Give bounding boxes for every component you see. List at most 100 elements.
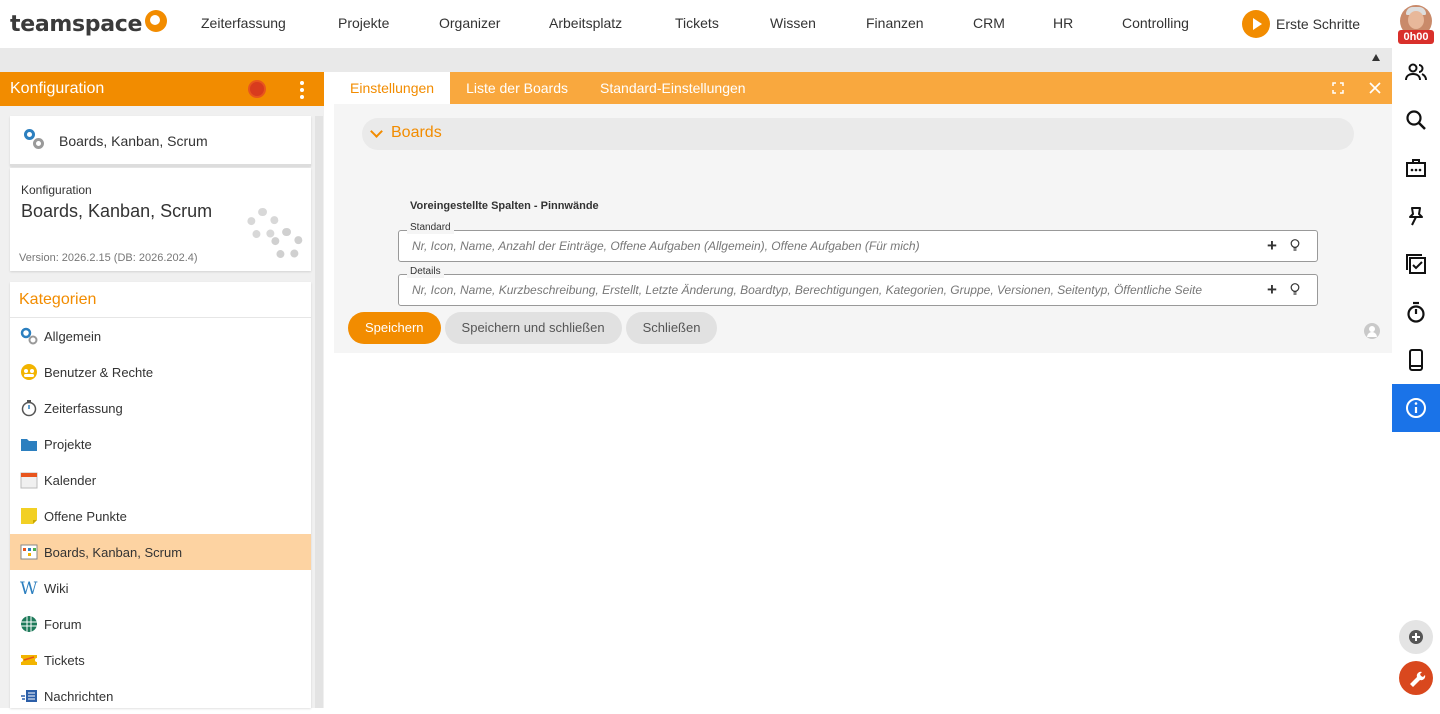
tab-liste-der-boards[interactable]: Liste der Boards [450, 72, 584, 104]
close-button[interactable]: Schließen [625, 312, 718, 344]
tools-button[interactable] [1399, 661, 1433, 695]
messages-icon [20, 687, 38, 705]
categories-title: Kategorien [10, 282, 311, 318]
wiki-icon: W [20, 579, 38, 599]
configuration-title: Konfiguration [10, 80, 105, 97]
avatar-face [1408, 11, 1424, 29]
lightbulb-icon[interactable] [1290, 283, 1300, 296]
nav-arbeitsplatz[interactable]: Arbeitsplatz [549, 0, 622, 48]
contacts-button[interactable] [1392, 48, 1440, 96]
configuration-panel: Konfiguration Boards, Kanban, Scrum Konf… [0, 72, 324, 708]
close-icon[interactable] [1361, 72, 1389, 104]
users-icon [20, 363, 38, 381]
ticket-icon [20, 651, 38, 669]
sticky-note-icon [20, 507, 38, 525]
section-boards[interactable]: Boards [362, 118, 1354, 150]
category-zeiterfassung[interactable]: Zeiterfassung [10, 390, 311, 426]
add-icon[interactable]: + [1267, 236, 1277, 256]
category-label: Forum [44, 616, 82, 632]
category-benutzer-rechte[interactable]: Benutzer & Rechte [10, 354, 311, 390]
nav-crm[interactable]: CRM [973, 0, 1005, 48]
gears-icon [24, 129, 46, 151]
category-projekte[interactable]: Projekte [10, 426, 311, 462]
info-icon [1406, 398, 1426, 418]
mobile-button[interactable] [1392, 336, 1440, 384]
add-widget-button[interactable] [1399, 620, 1433, 654]
panel-scrollbar[interactable] [315, 116, 323, 708]
briefcase-icon [1406, 159, 1426, 177]
svg-text:W: W [20, 579, 38, 597]
tab-bar: Einstellungen Liste der Boards Standard-… [334, 72, 1392, 104]
config-info-card: Konfiguration Boards, Kanban, Scrum Vers… [10, 168, 311, 271]
stopwatch-icon [20, 399, 38, 417]
category-boards-kanban-scrum[interactable]: Boards, Kanban, Scrum [10, 534, 311, 570]
erste-schritte-button[interactable]: Erste Schritte [1242, 10, 1360, 38]
category-kalender[interactable]: Kalender [10, 462, 311, 498]
tasks-button[interactable] [1392, 240, 1440, 288]
pin-button[interactable] [1392, 192, 1440, 240]
category-offene-punkte[interactable]: Offene Punkte [10, 498, 311, 534]
workspace-button[interactable] [1392, 144, 1440, 192]
nav-tickets[interactable]: Tickets [675, 0, 719, 48]
search-button[interactable] [1392, 96, 1440, 144]
nav-hr[interactable]: HR [1053, 0, 1073, 48]
nav-projekte[interactable]: Projekte [338, 0, 389, 48]
nav-finanzen[interactable]: Finanzen [866, 0, 924, 48]
timer-button[interactable] [1392, 288, 1440, 336]
maximize-icon[interactable] [1324, 72, 1352, 104]
gears-watermark-icon [247, 208, 307, 264]
user-icon[interactable] [1364, 323, 1380, 339]
brand-name: teamspace [10, 12, 143, 37]
category-label: Nachrichten [44, 688, 114, 704]
collapse-strip [0, 48, 1392, 72]
settings-gear-icon[interactable] [250, 82, 264, 96]
lightbulb-icon[interactable] [1290, 239, 1300, 252]
erste-schritte-label: Erste Schritte [1276, 16, 1361, 32]
category-label: Zeiterfassung [44, 400, 123, 416]
forum-icon [20, 615, 38, 633]
field-value: Nr, Icon, Name, Kurzbeschreibung, Erstel… [412, 283, 1203, 297]
category-label: Benutzer & Rechte [44, 364, 154, 380]
save-and-close-button[interactable]: Speichern und schließen [444, 312, 622, 344]
section-title: Boards [391, 124, 442, 141]
category-tickets[interactable]: Tickets [10, 642, 311, 678]
action-buttons: Speichern Speichern und schließen Schlie… [348, 312, 721, 344]
tab-standard-einstellungen[interactable]: Standard-Einstellungen [584, 72, 762, 104]
play-icon [1242, 10, 1270, 38]
plus-circle-icon [1409, 630, 1423, 644]
timer-badge[interactable]: 0h00 [1398, 30, 1434, 44]
collapse-up-icon[interactable] [1372, 54, 1380, 61]
info-button[interactable] [1392, 384, 1440, 432]
configuration-header: Konfiguration [0, 72, 324, 106]
details-columns-field[interactable]: Details Nr, Icon, Name, Kurzbeschreibung… [398, 266, 1318, 306]
add-icon[interactable]: + [1267, 280, 1277, 300]
chevron-down-icon [370, 125, 383, 138]
people-icon [1405, 63, 1427, 81]
tab-einstellungen[interactable]: Einstellungen [334, 72, 451, 104]
category-allgemein[interactable]: Allgemein [10, 318, 311, 354]
nav-controlling[interactable]: Controlling [1122, 0, 1189, 48]
category-label: Offene Punkte [44, 508, 127, 524]
selected-config-card[interactable]: Boards, Kanban, Scrum [10, 116, 311, 166]
nav-wissen[interactable]: Wissen [770, 0, 816, 48]
standard-columns-field[interactable]: Standard Nr, Icon, Name, Anzahl der Eint… [398, 222, 1318, 262]
nav-zeiterfassung[interactable]: Zeiterfassung [201, 0, 286, 48]
pin-icon [1409, 207, 1423, 226]
calendar-icon [20, 471, 38, 489]
save-button[interactable]: Speichern [348, 312, 441, 344]
version-text: Version: 2026.2.15 (DB: 2026.202.4) [19, 252, 198, 264]
wrench-icon [1410, 671, 1426, 687]
category-label: Boards, Kanban, Scrum [44, 544, 183, 560]
more-options-icon[interactable] [296, 81, 308, 99]
category-wiki[interactable]: W Wiki [10, 570, 311, 606]
field-legend: Standard [407, 222, 454, 234]
smartphone-icon [1409, 349, 1423, 371]
category-forum[interactable]: Forum [10, 606, 311, 642]
gears-icon [20, 327, 38, 345]
nav-organizer[interactable]: Organizer [439, 0, 500, 48]
categories-card: Kategorien Allgemein Benutzer & Rechte Z… [10, 282, 311, 708]
field-value: Nr, Icon, Name, Anzahl der Einträge, Off… [412, 239, 920, 253]
category-nachrichten[interactable]: Nachrichten [10, 678, 311, 714]
category-label: Tickets [44, 652, 85, 668]
teamspace-logo[interactable]: teamspace [10, 9, 168, 37]
